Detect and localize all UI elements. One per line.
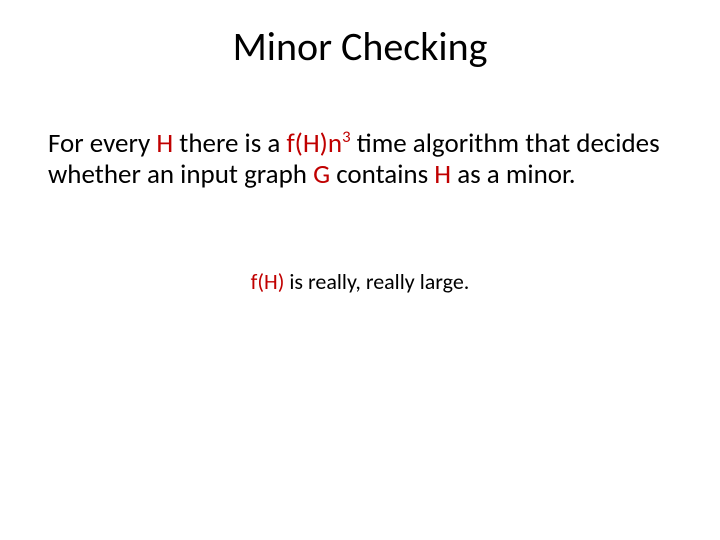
slide-body: For every H there is a f(H)n3 time algor… <box>48 128 672 190</box>
slide-title: Minor Checking <box>0 22 720 71</box>
footnote: f(H) is really, really large. <box>0 268 720 295</box>
complexity-exponent: 3 <box>342 127 350 147</box>
note-text: is really, really large. <box>284 268 469 295</box>
variable-h-2: H <box>434 158 451 191</box>
complexity-fhn: f(H)n <box>286 127 342 160</box>
note-fh: f(H) <box>251 268 285 295</box>
text-contains: contains <box>330 158 434 191</box>
text-for-every: For every <box>48 127 156 160</box>
variable-g: G <box>313 158 330 191</box>
variable-h: H <box>156 127 173 160</box>
text-there-is: there is a <box>173 127 286 160</box>
text-as-minor: as a minor. <box>451 158 575 191</box>
slide: Minor Checking For every H there is a f(… <box>0 0 720 540</box>
